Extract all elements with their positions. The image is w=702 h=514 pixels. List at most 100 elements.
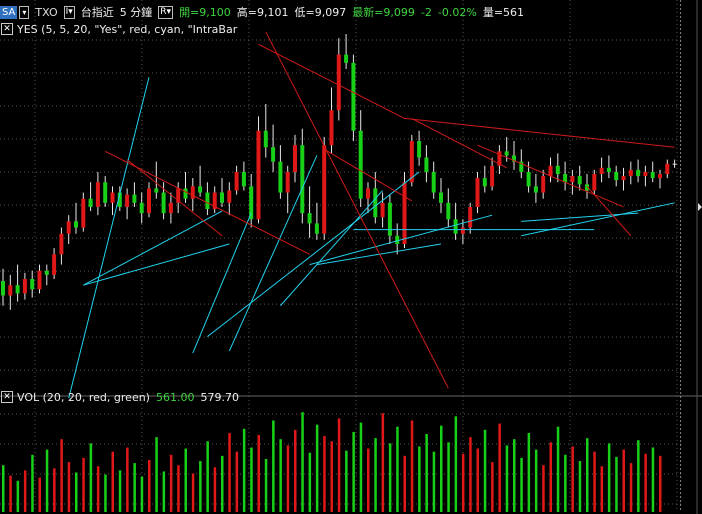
candle-body bbox=[22, 279, 27, 294]
indicator-params: YES (5, 5, 20, "Yes", red, cyan, "IntraB… bbox=[17, 22, 238, 36]
candle-body bbox=[526, 171, 531, 187]
contract-button[interactable]: SA bbox=[0, 5, 18, 19]
volume-bar bbox=[118, 470, 122, 512]
candle-body bbox=[402, 182, 407, 244]
volume-bar bbox=[359, 422, 363, 512]
candle-body bbox=[81, 198, 86, 228]
volume-bar bbox=[199, 461, 202, 512]
candle-body bbox=[285, 171, 290, 193]
candle-body bbox=[621, 176, 626, 181]
volume-readout: 量=561 bbox=[482, 6, 525, 19]
volume-bar bbox=[505, 445, 509, 512]
refresh-dropdown[interactable]: R▾ bbox=[158, 5, 174, 19]
volume-bar bbox=[111, 451, 114, 512]
trend-line-red bbox=[404, 117, 675, 148]
candle-body bbox=[672, 163, 677, 165]
candle-body bbox=[643, 171, 648, 177]
volume-bar bbox=[454, 416, 458, 512]
close-volume-icon[interactable]: ✕ bbox=[1, 391, 13, 403]
volume-bar bbox=[184, 448, 187, 512]
candle-body bbox=[198, 186, 203, 193]
grid-lines bbox=[0, 0, 702, 514]
candle-body bbox=[541, 176, 546, 193]
candle-body bbox=[37, 270, 42, 290]
volume-bar bbox=[315, 424, 319, 512]
volume-bar bbox=[491, 462, 494, 512]
candle-body bbox=[460, 227, 465, 234]
candle-body bbox=[15, 285, 20, 294]
volume-bar bbox=[615, 456, 618, 512]
volume-bar bbox=[228, 432, 231, 512]
volume-bar bbox=[308, 452, 312, 512]
candle-body bbox=[205, 192, 210, 209]
candle-body bbox=[132, 194, 137, 203]
volume-bar bbox=[593, 451, 596, 512]
low-price: 低=9,097 bbox=[294, 6, 347, 19]
candle-body bbox=[504, 151, 509, 156]
volume-bar bbox=[622, 449, 625, 512]
candle-body bbox=[395, 235, 400, 244]
symbol-dropdown[interactable]: I▾ bbox=[63, 5, 75, 19]
trend-line-red bbox=[586, 186, 632, 237]
volume-bar bbox=[60, 439, 63, 512]
volume-bar bbox=[169, 454, 173, 512]
volume-bar bbox=[440, 425, 443, 512]
candle-body bbox=[490, 165, 495, 187]
candle-body bbox=[1, 281, 5, 296]
volume-bar bbox=[206, 441, 209, 512]
volume-bar bbox=[527, 432, 531, 512]
candle-body bbox=[110, 192, 115, 203]
volume-bar bbox=[476, 448, 479, 512]
volume-params: VOL (20, 20, red, green) bbox=[17, 390, 150, 404]
candle-body bbox=[183, 188, 188, 199]
volume-bar bbox=[607, 443, 611, 512]
volume-bar bbox=[534, 449, 538, 512]
crosshair-cursor bbox=[680, 0, 702, 512]
volume-bar bbox=[330, 441, 333, 512]
volume-bar bbox=[16, 480, 20, 512]
last-price: 最新=9,099 bbox=[352, 6, 415, 19]
candle-body bbox=[227, 190, 232, 203]
candle-body bbox=[300, 145, 305, 214]
symbol-code: TXO bbox=[35, 5, 58, 19]
candle-body bbox=[548, 165, 553, 177]
volume-bar bbox=[381, 413, 385, 512]
trend-line-cyan bbox=[83, 210, 223, 286]
volume-bar bbox=[89, 443, 93, 512]
volume-bar bbox=[323, 436, 326, 512]
candle-body bbox=[417, 141, 422, 158]
candle-body bbox=[628, 169, 633, 177]
cursor-arrow-icon bbox=[698, 203, 702, 211]
candle-body bbox=[66, 221, 71, 234]
volume-bar bbox=[629, 463, 633, 512]
candle-body bbox=[139, 202, 144, 214]
open-price: 開=9,100 bbox=[179, 6, 231, 19]
quote-header: SA ▾ TXO I▾ 台指近 5 分鐘 R▾ 開=9,100 高=9,101 … bbox=[0, 3, 524, 21]
candle-body bbox=[271, 147, 276, 162]
candle-body bbox=[373, 188, 378, 218]
volume-bar bbox=[9, 475, 12, 512]
contract-dropdown-icon[interactable]: ▾ bbox=[19, 5, 30, 19]
chart-canvas bbox=[0, 0, 702, 514]
volume-bar bbox=[45, 449, 49, 512]
volume-bar bbox=[133, 463, 136, 512]
volume-bar bbox=[155, 437, 158, 512]
volume-bar bbox=[345, 450, 348, 512]
volume-bar bbox=[82, 457, 85, 512]
volume-bar bbox=[571, 446, 574, 512]
volume-bar bbox=[126, 447, 129, 512]
volume-bar bbox=[564, 454, 567, 512]
volume-bar bbox=[31, 454, 34, 512]
volume-bar bbox=[659, 455, 662, 512]
candle-body bbox=[52, 254, 57, 275]
candle-body bbox=[263, 130, 268, 148]
volume-value-1: 561.00 bbox=[155, 390, 195, 404]
volume-bar bbox=[637, 440, 640, 512]
trend-line-red bbox=[265, 31, 449, 389]
volume-bar bbox=[264, 458, 268, 512]
close-indicator-icon[interactable]: ✕ bbox=[1, 23, 13, 35]
volume-bar bbox=[542, 465, 545, 512]
volume-bar bbox=[461, 453, 465, 512]
candlesticks bbox=[1, 34, 677, 310]
candle-body bbox=[599, 167, 604, 174]
